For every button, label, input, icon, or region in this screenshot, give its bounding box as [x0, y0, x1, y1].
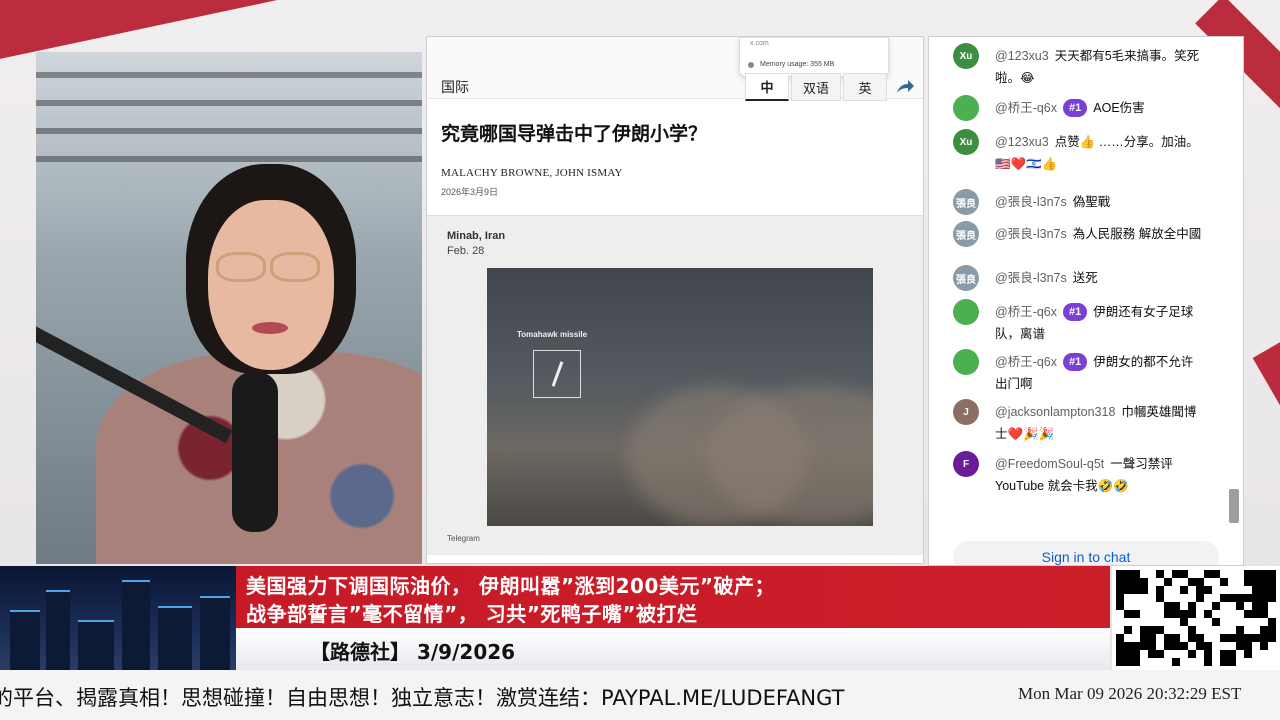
glasses: [270, 252, 320, 282]
tab-bilingual[interactable]: 双语: [791, 73, 841, 101]
show-label: 【路德社】 3/9/2026: [310, 640, 516, 664]
language-tabs: 中 双语 英: [745, 73, 889, 101]
avatar[interactable]: [953, 95, 979, 121]
bg-stripe: [1252, 338, 1280, 462]
headline-line-2: 战争部誓言”毫不留情”， 习共”死鸭子嘴”被打烂: [246, 602, 698, 626]
chat-scrollbar[interactable]: [1229, 489, 1239, 523]
tab-chinese[interactable]: 中: [745, 73, 789, 101]
article-date: 2026年3月9日: [441, 187, 499, 197]
chat-author[interactable]: @張良-l3n7s: [995, 195, 1067, 209]
article-media: Minab, Iran Feb. 28 Tomahawk missile Tel…: [427, 215, 923, 555]
avatar[interactable]: [953, 349, 979, 375]
avatar[interactable]: 張良: [953, 265, 979, 291]
news-article-panel: x.com Memory usage: 355 MB 国际 中 双语 英 究竟哪…: [426, 36, 924, 564]
bottom-ticker: 的平台、揭露真相！思想碰撞！自由思想！独立意志！激赏连结：PAYPAL.ME/L…: [0, 670, 1280, 720]
chat-author[interactable]: @桥王-q6x: [995, 101, 1057, 115]
article-byline: MALACHY BROWNE, JOHN ISMAY: [441, 167, 623, 179]
ticker-text: 的平台、揭露真相！思想碰撞！自由思想！独立意志！激赏连结：PAYPAL.ME/L…: [0, 686, 845, 710]
chat-emoji: ❤️🎉🎉: [1007, 426, 1055, 441]
chat-text: 為人民服務 解放全中國: [1072, 227, 1202, 241]
memory-icon: [748, 62, 754, 68]
chat-author[interactable]: @jacksonlampton318: [995, 405, 1115, 419]
tab-english[interactable]: 英: [843, 73, 887, 101]
memory-url: x.com: [750, 40, 769, 47]
microphone: [232, 372, 278, 532]
city-graphic: [0, 566, 236, 670]
headline-line-1: 美国强力下调国际油价， 伊朗叫嚣”涨到200美元”破产；: [246, 574, 775, 598]
clock: Mon Mar 09 2026 20:32:29 EST: [1018, 684, 1242, 703]
chat-text: 点赞👍 ……分享。加油。: [1054, 135, 1199, 149]
chat-author[interactable]: @桥王-q6x: [995, 305, 1057, 319]
chat-author[interactable]: @123xu3: [995, 135, 1049, 149]
member-badge: #1: [1063, 303, 1088, 321]
webcam-feed: [36, 52, 422, 564]
article-headline: 究竟哪国导弹击中了伊朗小学？: [441, 123, 708, 145]
avatar[interactable]: 張良: [953, 221, 979, 247]
sign-in-to-chat-button[interactable]: Sign in to chat: [953, 541, 1219, 565]
media-location: Minab, Iran: [447, 230, 506, 242]
chat-author[interactable]: @FreedomSoul-q5t: [995, 457, 1104, 471]
avatar[interactable]: [953, 299, 979, 325]
chat-author[interactable]: @張良-l3n7s: [995, 271, 1067, 285]
qr-code-icon: [1112, 566, 1280, 670]
chat-author[interactable]: @張良-l3n7s: [995, 227, 1067, 241]
chat-author[interactable]: @123xu3: [995, 49, 1049, 63]
avatar[interactable]: Xu: [953, 43, 979, 69]
chat-emoji: 🇺🇸❤️🇮🇱👍: [995, 156, 1058, 171]
avatar[interactable]: J: [953, 399, 979, 425]
chat-author[interactable]: @桥王-q6x: [995, 355, 1057, 369]
member-badge: #1: [1063, 353, 1088, 371]
lower-third-banner: 美国强力下调国际油价， 伊朗叫嚣”涨到200美元”破产； 战争部誓言”毫不留情”…: [0, 566, 1280, 670]
live-chat-panel: Xu @123xu3 天天都有5毛来搞事。笑死啦。😂 @桥王-q6x #1 AOE伤害…: [928, 36, 1244, 566]
chat-text: AOE伤害: [1093, 101, 1145, 115]
presenter-face: [208, 200, 334, 370]
missile-highlight-box: [533, 350, 581, 398]
memory-usage-popup: x.com Memory usage: 355 MB: [739, 37, 889, 77]
missile-icon: [551, 361, 564, 387]
chat-emoji: 🤣🤣: [1097, 478, 1129, 493]
avatar[interactable]: F: [953, 451, 979, 477]
video-frame[interactable]: Tomahawk missile: [487, 268, 873, 526]
missile-annotation: Tomahawk missile: [517, 330, 588, 339]
headline-bar: 美国强力下调国际油价， 伊朗叫嚣”涨到200美元”破产； 战争部誓言”毫不留情”…: [236, 566, 1110, 628]
media-date: Feb. 28: [447, 245, 485, 257]
media-credit: Telegram: [447, 534, 480, 543]
memory-usage-text: Memory usage: 355 MB: [760, 61, 835, 68]
section-label[interactable]: 国际: [441, 77, 469, 97]
avatar[interactable]: 張良: [953, 189, 979, 215]
member-badge: #1: [1063, 99, 1088, 117]
chat-text: 偽聖戰: [1072, 195, 1111, 209]
show-bar: 【路德社】 3/9/2026: [236, 628, 1110, 670]
glasses: [216, 252, 266, 282]
avatar[interactable]: Xu: [953, 129, 979, 155]
chat-emoji: 😂: [1020, 70, 1035, 85]
share-arrow-icon[interactable]: [893, 75, 917, 99]
chat-text: 送死: [1072, 271, 1098, 285]
